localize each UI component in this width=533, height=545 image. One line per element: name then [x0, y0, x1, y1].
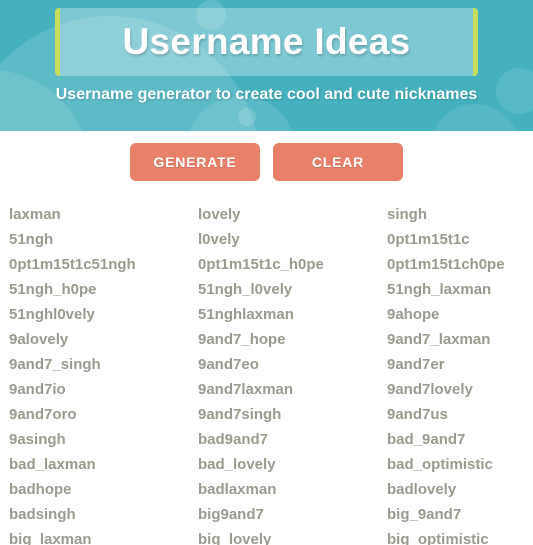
username-item[interactable]: 0pt1m15t1c_h0pe [198, 252, 387, 277]
username-item[interactable]: 51ngh_laxman [387, 277, 532, 302]
username-item[interactable]: bad_laxman [9, 452, 198, 477]
username-item[interactable]: bad_optimistic [387, 452, 532, 477]
username-item[interactable]: big_9and7 [387, 502, 532, 527]
username-item[interactable]: 9and7_singh [9, 352, 198, 377]
username-item[interactable]: 51ngh_h0pe [9, 277, 198, 302]
results-column-2: lovely l0vely 0pt1m15t1c_h0pe 51ngh_l0vely 5… [198, 202, 387, 545]
results-list: laxman 51ngh 0pt1m15t1c51ngh 51ngh_h0pe 51ng… [0, 193, 533, 545]
username-item[interactable]: 9and7_hope [198, 327, 387, 352]
username-item[interactable]: l0vely [198, 227, 387, 252]
title-banner: Username Ideas [55, 8, 478, 76]
username-item[interactable]: 9and7_laxman [387, 327, 532, 352]
username-item[interactable]: 51ngh [9, 227, 198, 252]
results-column-1: laxman 51ngh 0pt1m15t1c51ngh 51ngh_h0pe 51ng… [9, 202, 198, 545]
username-item[interactable]: 9and7er [387, 352, 532, 377]
action-toolbar: GENERATE CLEAR [0, 131, 533, 193]
username-item[interactable]: 9and7eo [198, 352, 387, 377]
username-item[interactable]: badlaxman [198, 477, 387, 502]
clear-button[interactable]: CLEAR [273, 143, 403, 181]
username-item[interactable]: 9and7oro [9, 402, 198, 427]
username-item[interactable]: badlovely [387, 477, 532, 502]
username-item[interactable]: bad9and7 [198, 427, 387, 452]
username-item[interactable]: 0pt1m15t1ch0pe [387, 252, 532, 277]
username-item[interactable]: badhope [9, 477, 198, 502]
username-item[interactable]: 51nghlaxman [198, 302, 387, 327]
page-subtitle: Username generator to create cool and cu… [55, 86, 478, 103]
username-item[interactable]: laxman [9, 202, 198, 227]
decorative-circle-icon [430, 104, 520, 131]
username-item[interactable]: 9and7laxman [198, 377, 387, 402]
username-item[interactable]: singh [387, 202, 532, 227]
username-item[interactable]: 0pt1m15t1c51ngh [9, 252, 198, 277]
username-item[interactable]: big9and7 [198, 502, 387, 527]
username-item[interactable]: big_optimistic [387, 527, 532, 545]
username-item[interactable]: big_lovely [198, 527, 387, 545]
username-item[interactable]: 51nghl0vely [9, 302, 198, 327]
generate-button[interactable]: GENERATE [130, 143, 260, 181]
username-item[interactable]: 9asingh [9, 427, 198, 452]
username-item[interactable]: 9ahope [387, 302, 532, 327]
username-item[interactable]: badsingh [9, 502, 198, 527]
username-item[interactable]: 51ngh_l0vely [198, 277, 387, 302]
username-item[interactable]: 0pt1m15t1c [387, 227, 532, 252]
username-item[interactable]: lovely [198, 202, 387, 227]
results-column-3: singh 0pt1m15t1c 0pt1m15t1ch0pe 51ngh_laxma… [387, 202, 532, 545]
page-title: Username Ideas [122, 21, 411, 62]
username-item[interactable]: 9alovely [9, 327, 198, 352]
decorative-circle-icon [238, 108, 256, 126]
username-item[interactable]: big_laxman [9, 527, 198, 545]
username-item[interactable]: 9and7lovely [387, 377, 532, 402]
username-item[interactable]: 9and7us [387, 402, 532, 427]
username-item[interactable]: 9and7io [9, 377, 198, 402]
username-item[interactable]: 9and7singh [198, 402, 387, 427]
username-item[interactable]: bad_lovely [198, 452, 387, 477]
username-item[interactable]: bad_9and7 [387, 427, 532, 452]
page-header: Username Ideas Username generator to cre… [0, 0, 533, 131]
